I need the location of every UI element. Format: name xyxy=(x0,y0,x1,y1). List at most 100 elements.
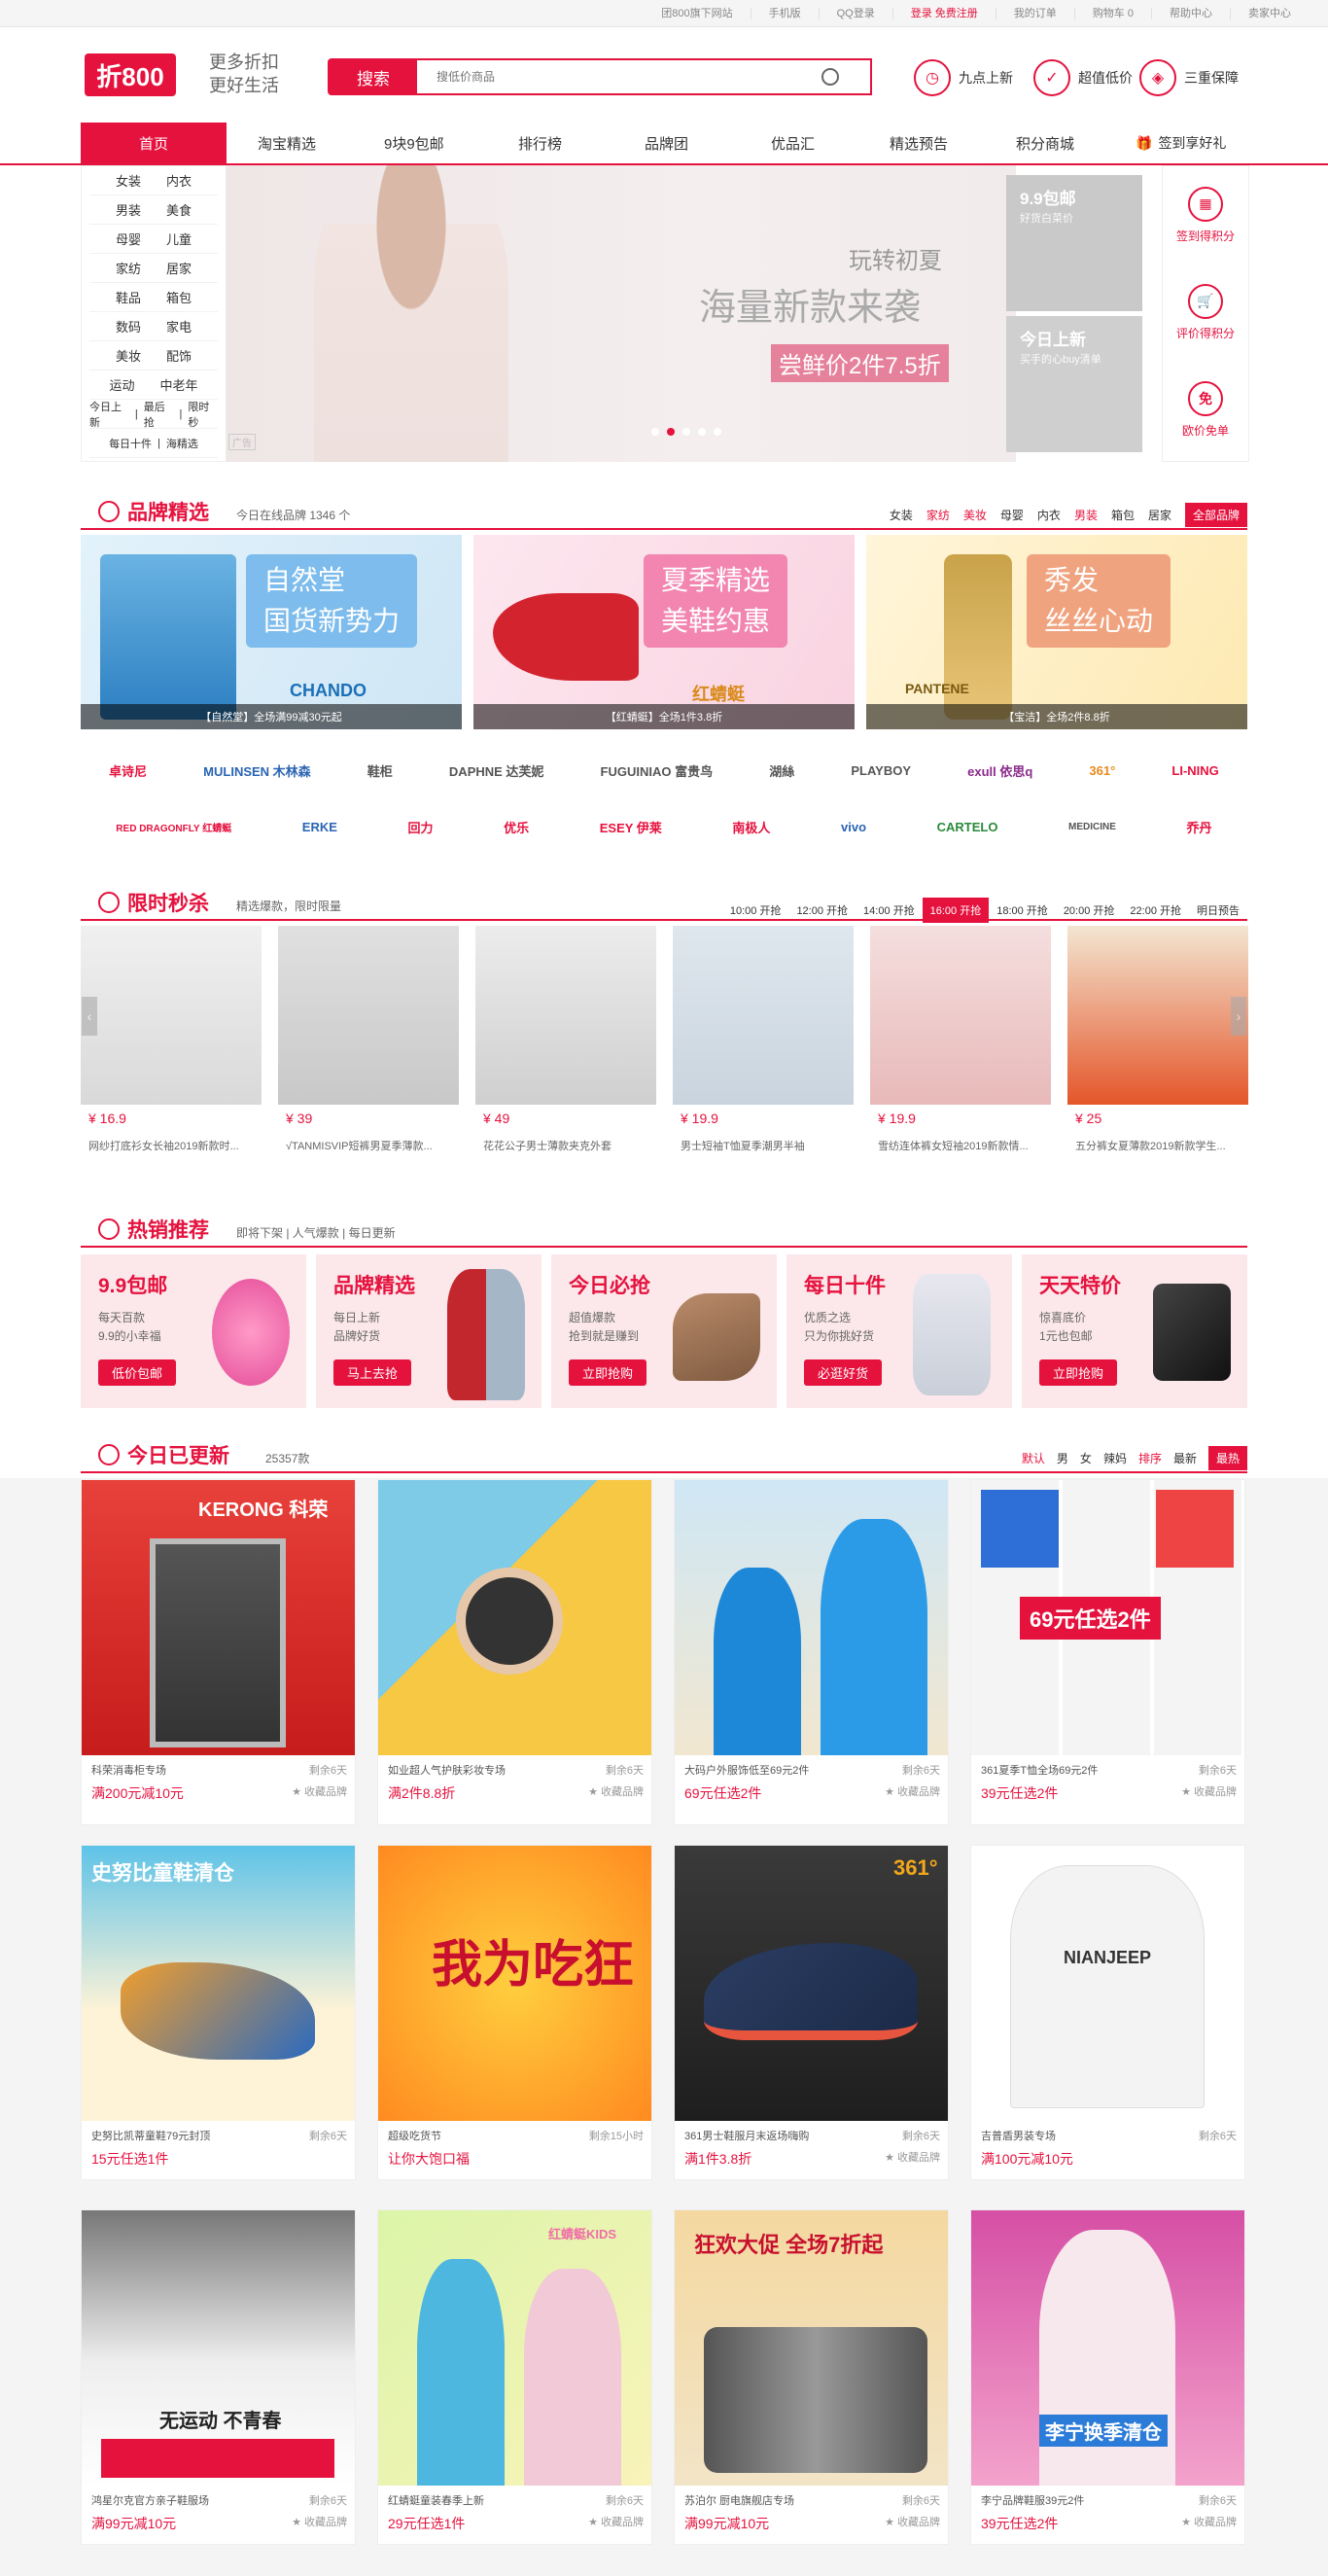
top-link[interactable]: 团800旗下网站 xyxy=(644,8,750,19)
sort-tab[interactable]: 男 xyxy=(1057,1450,1068,1470)
hero-banner[interactable]: 玩转初夏 海量新款来袭 尝鲜价2件7.5折 广告 xyxy=(227,165,1016,462)
carousel-dot[interactable] xyxy=(714,428,721,436)
category-link[interactable]: 家纺 xyxy=(116,259,141,277)
category-link[interactable]: 男装 xyxy=(116,200,141,219)
all-brands-button[interactable]: 全部品牌 xyxy=(1184,503,1247,527)
nav-item[interactable]: 淘宝精选 xyxy=(258,123,316,163)
brand-logo[interactable]: 卓诗尼 xyxy=(109,761,147,780)
nav-item[interactable]: 积分商城 xyxy=(1016,123,1074,163)
nav-gift[interactable]: 🎁 签到享好礼 xyxy=(1136,123,1226,163)
time-tab[interactable]: 14:00 开抢 xyxy=(856,898,923,923)
review-points[interactable]: 🛒 评价得积分 xyxy=(1163,264,1248,361)
deal-card[interactable]: 大码户外服饰低至69元2件 剩余6天 69元任选2件 ★ 收藏品牌 xyxy=(674,1479,949,1825)
brand-logo[interactable]: MEDICINE xyxy=(1068,822,1116,832)
nav-item[interactable]: 精选预告 xyxy=(890,123,948,163)
favorite-brand[interactable]: ★ 收藏品牌 xyxy=(1181,2514,1237,2533)
time-tab[interactable]: 16:00 开抢 xyxy=(922,898,990,923)
free-order[interactable]: 免欧价免单 xyxy=(1163,361,1248,458)
hot-card-button[interactable]: 马上去抢 xyxy=(333,1359,412,1386)
brand-logo[interactable]: 湖絲 xyxy=(769,761,794,780)
favorite-brand[interactable]: ★ 收藏品牌 xyxy=(292,2514,347,2533)
category-link[interactable]: 数码 xyxy=(116,317,141,335)
brand-logo[interactable]: ESEY 伊莱 xyxy=(600,818,662,836)
brand-logo[interactable]: 361° xyxy=(1089,763,1115,778)
signin-points[interactable]: ▦ 签到得积分 xyxy=(1163,166,1248,264)
category-link[interactable]: 家电 xyxy=(166,317,192,335)
brand-tab[interactable]: 母婴 xyxy=(1000,507,1024,527)
site-logo[interactable]: 折800 xyxy=(85,53,176,96)
favorite-brand[interactable]: ★ 收藏品牌 xyxy=(885,2514,940,2533)
sort-tab[interactable]: 最热 xyxy=(1207,1446,1247,1470)
category-link[interactable]: 海精选 xyxy=(166,436,198,451)
brand-logo[interactable]: LI-NING xyxy=(1171,763,1218,778)
category-link[interactable]: 今日上新 xyxy=(89,399,129,430)
search-input[interactable] xyxy=(437,67,786,87)
cart-link[interactable]: 购物车 0 xyxy=(1073,8,1151,19)
favorite-brand[interactable]: ★ 收藏品牌 xyxy=(588,1783,644,1803)
carousel-dot[interactable] xyxy=(698,428,706,436)
brand-tab[interactable]: 居家 xyxy=(1148,507,1171,527)
hot-card[interactable]: 9.9包邮 每天百款 9.9的小幸福 低价包邮 xyxy=(81,1254,306,1408)
category-link[interactable]: 内衣 xyxy=(166,171,192,190)
category-link[interactable]: 母婴 xyxy=(116,229,141,248)
deal-card[interactable]: 无运动 不青春 鸿星尔克官方亲子鞋服场 剩余6天 满99元减10元 ★ 收藏品牌 xyxy=(81,2209,356,2545)
flash-item[interactable]: ¥ 39 √TANMISVIP短裤男夏季薄款... xyxy=(278,926,459,1159)
hot-card[interactable]: 今日必抢 超值爆款 抢到就是赚到 立即抢购 xyxy=(551,1254,777,1408)
category-link[interactable]: 箱包 xyxy=(166,288,192,306)
search-button[interactable]: 搜索 xyxy=(330,60,417,93)
category-link[interactable]: 鞋品 xyxy=(116,288,141,306)
brand-tab[interactable]: 女装 xyxy=(890,507,913,527)
hot-card-button[interactable]: 低价包邮 xyxy=(98,1359,177,1386)
brand-logo[interactable]: FUGUINIAO 富贵鸟 xyxy=(601,761,714,780)
brand-banner[interactable]: 夏季精选 美鞋约惠 红蜻蜓 【红蜻蜓】全场1件3.8折 xyxy=(473,535,855,729)
brand-logo[interactable]: 优乐 xyxy=(504,818,529,836)
top-link[interactable]: 我的订单 xyxy=(995,8,1074,19)
time-tab[interactable]: 12:00 开抢 xyxy=(788,898,856,923)
deal-card[interactable]: 红蜻蜓KIDS 红蜻蜓童装春季上新 剩余6天 29元任选1件 ★ 收藏品牌 xyxy=(377,2209,652,2545)
deal-card[interactable]: 史努比童鞋清仓 史努比凯蒂童鞋79元封顶 剩余6天 15元任选1件 xyxy=(81,1845,356,2180)
brand-banner[interactable]: 自然堂 国货新势力 CHANDO 【自然堂】全场满99减30元起 xyxy=(81,535,462,729)
brand-logo[interactable]: 鞋柜 xyxy=(367,761,393,780)
flash-item[interactable]: ¥ 16.9 网纱打底衫女长袖2019新款时... xyxy=(81,926,262,1159)
brand-tab[interactable]: 美妆 xyxy=(963,507,987,527)
favorite-brand[interactable]: ★ 收藏品牌 xyxy=(885,1783,940,1803)
category-link[interactable]: 配饰 xyxy=(166,346,192,365)
category-link[interactable]: 每日十件 xyxy=(109,436,152,451)
carousel-dot[interactable] xyxy=(667,428,675,436)
top-link[interactable]: 卖家中心 xyxy=(1230,8,1309,19)
promo-card[interactable]: 9.9包邮 好货白菜价 xyxy=(1006,175,1142,311)
category-link[interactable]: 中老年 xyxy=(160,375,198,394)
hot-card[interactable]: 品牌精选 每日上新 品牌好货 马上去抢 xyxy=(316,1254,542,1408)
category-link[interactable]: 最后抢 xyxy=(144,399,174,430)
favorite-brand[interactable]: ★ 收藏品牌 xyxy=(588,2514,644,2533)
time-tab[interactable]: 22:00 开抢 xyxy=(1122,898,1189,923)
top-link[interactable]: QQ登录 xyxy=(818,8,892,19)
top-link[interactable]: 手机版 xyxy=(750,8,819,19)
flash-item[interactable]: ¥ 19.9 男士短袖T恤夏季潮男半袖 xyxy=(673,926,854,1159)
carousel-dot[interactable] xyxy=(651,428,659,436)
deal-card[interactable]: NIANJEEP 吉普盾男装专场 剩余6天 满100元减10元 xyxy=(970,1845,1245,2180)
brand-logo[interactable]: vivo xyxy=(841,820,866,834)
deal-card[interactable]: 如业超人气护肤彩妆专场 剩余6天 满2件8.8折 ★ 收藏品牌 xyxy=(377,1479,652,1825)
brand-logo[interactable]: ERKE xyxy=(302,820,337,834)
top-link[interactable]: 帮助中心 xyxy=(1151,8,1230,19)
nav-item[interactable]: 排行榜 xyxy=(518,123,562,163)
brand-banner[interactable]: 秀发 丝丝心动 PANTENE 【宝洁】全场2件8.8折 xyxy=(866,535,1247,729)
hot-card-button[interactable]: 必逛好货 xyxy=(804,1359,883,1386)
sort-tab[interactable]: 女 xyxy=(1080,1450,1092,1470)
category-link[interactable]: 美妆 xyxy=(116,346,141,365)
brand-tab[interactable]: 箱包 xyxy=(1111,507,1135,527)
category-link[interactable]: 女装 xyxy=(116,171,141,190)
time-tab[interactable]: 18:00 开抢 xyxy=(989,898,1056,923)
sort-tab[interactable]: 默认 xyxy=(1022,1450,1045,1470)
deal-card[interactable]: 361° 361男士鞋服月末返场嗨购 剩余6天 满1件3.8折 ★ 收藏品牌 xyxy=(674,1845,949,2180)
category-link[interactable]: 运动 xyxy=(109,375,134,394)
brand-logo[interactable]: 乔丹 xyxy=(1187,818,1212,836)
login-link[interactable]: 登录 免费注册 xyxy=(891,8,996,19)
nav-item[interactable]: 9块9包邮 xyxy=(384,123,444,163)
sort-tab[interactable]: 排序 xyxy=(1138,1450,1162,1470)
promo-card[interactable]: 今日上新 买手的心buy清单 xyxy=(1006,316,1142,452)
search-icon[interactable] xyxy=(821,68,839,86)
brand-logo[interactable]: 南极人 xyxy=(732,818,770,836)
flash-item[interactable]: ¥ 49 花花公子男士薄款夹克外套 xyxy=(475,926,656,1159)
